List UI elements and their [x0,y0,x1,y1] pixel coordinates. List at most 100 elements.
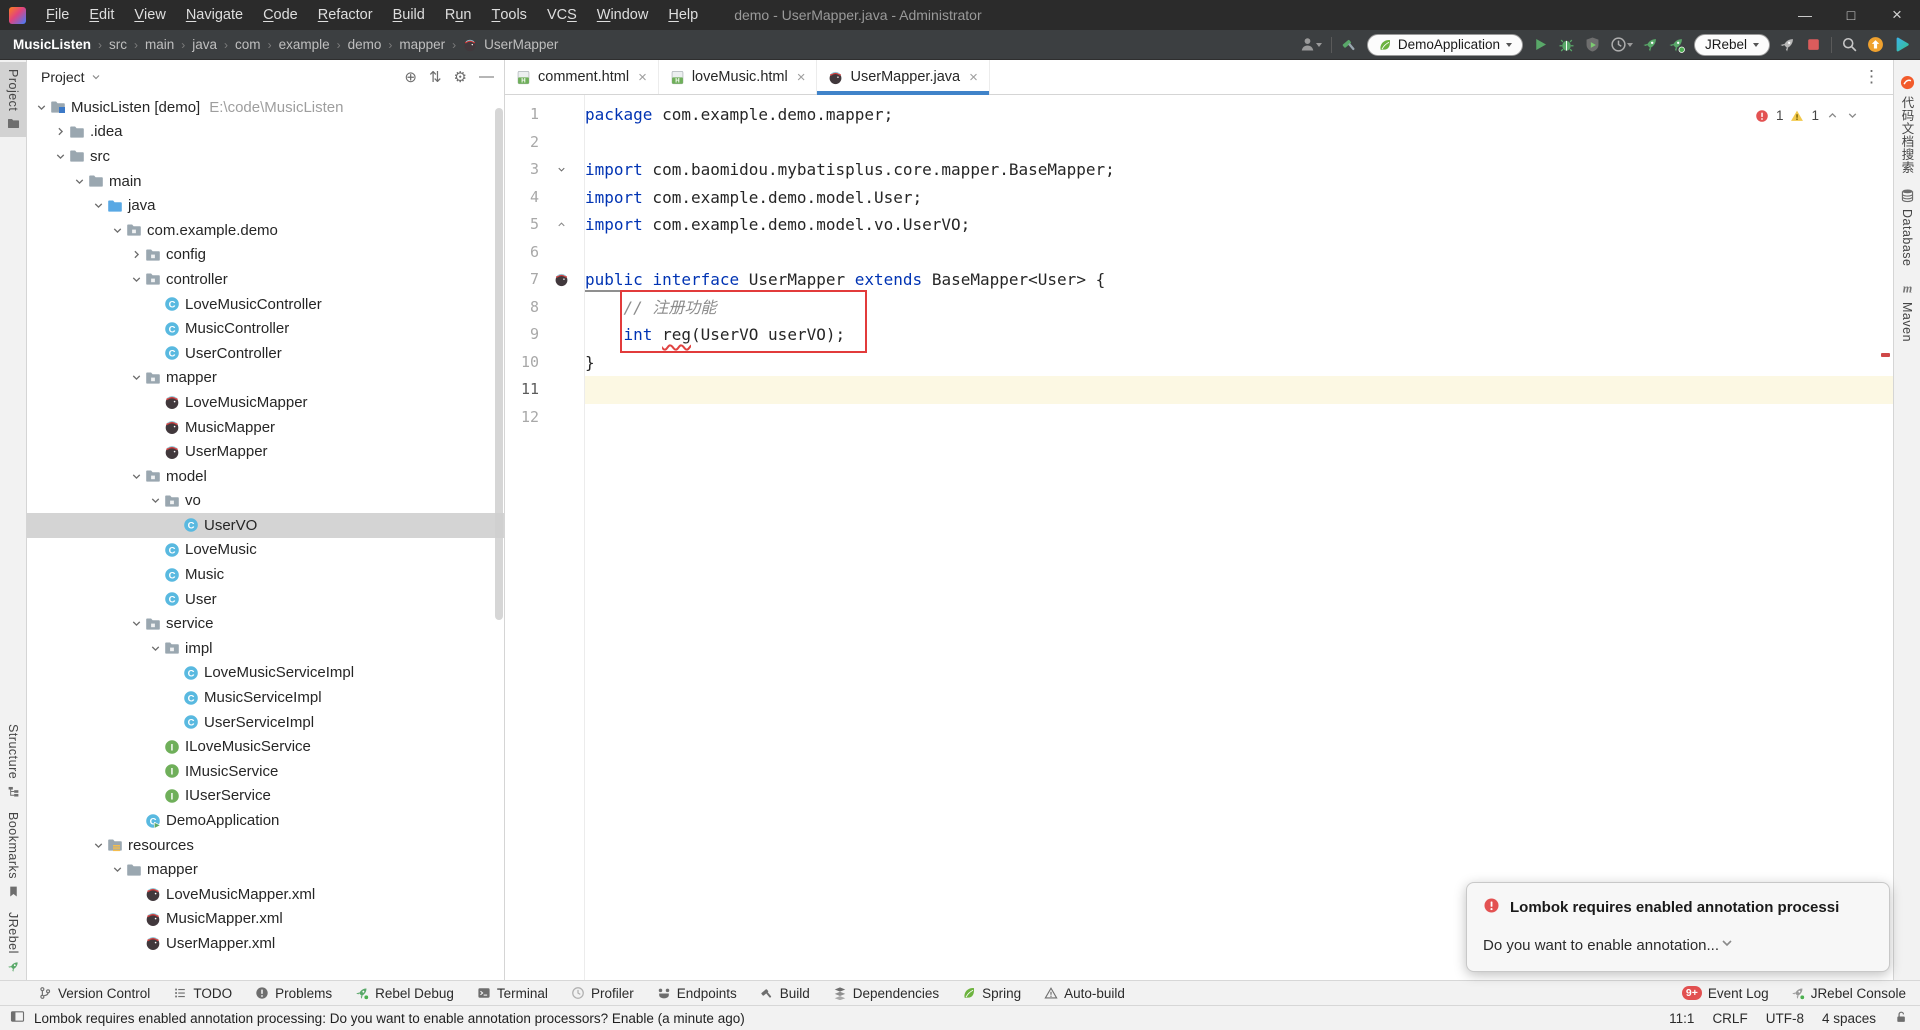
stripe-item-database[interactable]: Database [1894,181,1920,274]
notification-body[interactable]: Do you want to enable annotation... [1483,937,1719,954]
tree-row[interactable]: LoveMusicMapper.xml [27,882,504,907]
tree-row[interactable]: LoveMusicMapper [27,390,504,415]
code-line[interactable]: import com.example.demo.model.User; [585,184,1893,212]
tree-row[interactable]: UserMapper.xml [27,931,504,956]
tree-row[interactable]: .idea [27,120,504,145]
gutter-line[interactable]: 4 [505,184,584,212]
chevron-open-icon[interactable] [149,642,162,655]
teal-play-logo-button[interactable] [1893,36,1910,53]
breadcrumb-item-musiclisten[interactable]: MusicListen [13,37,91,52]
menu-item-view[interactable]: View [124,0,175,30]
code-line[interactable] [585,376,1893,404]
chevron-open-icon[interactable] [111,863,124,876]
chevron-closed-icon[interactable] [130,248,143,261]
jrebel-run-rocket-button[interactable] [1642,36,1659,53]
toolwindow-button-terminal[interactable]: Terminal [477,986,548,1001]
gutter-line[interactable]: 2 [505,129,584,157]
code-line[interactable]: import com.example.demo.model.vo.UserVO; [585,211,1893,239]
close-tab-icon[interactable]: × [969,69,978,86]
chevron-open-icon[interactable] [556,164,567,175]
chevron-open-icon[interactable] [111,224,124,237]
run-config-button-jrebel[interactable]: JRebel [1693,33,1770,56]
tree-row[interactable]: I IMusicService [27,759,504,784]
code-line[interactable] [585,239,1893,267]
breadcrumb-item-src[interactable]: src [109,37,127,52]
caret-position[interactable]: 11:1 [1669,1011,1694,1026]
tree-row[interactable]: mapper [27,366,504,391]
hide-panel-icon[interactable]: — [479,68,494,86]
tree-row[interactable]: service [27,611,504,636]
menu-item-code[interactable]: Code [253,0,308,30]
menu-item-help[interactable]: Help [658,0,708,30]
expand-collapse-icon[interactable]: ⇅ [429,68,442,86]
breadcrumb-item-java[interactable]: java [192,37,217,52]
tree-row[interactable]: config [27,243,504,268]
tree-row[interactable]: controller [27,267,504,292]
mybatis-icon[interactable] [554,272,569,287]
tree-row[interactable]: C LoveMusicController [27,292,504,317]
run-config-button-demoapplication[interactable]: DemoApplication [1366,33,1523,56]
gutter-line[interactable]: 12 [505,404,584,432]
menu-item-vcs[interactable]: VC S [537,0,587,30]
tree-row[interactable]: UserMapper [27,439,504,464]
tree-row[interactable]: MusicListen [demo] E:\code\MusicListen [27,95,504,120]
toolwindow-button-event-log[interactable]: 9+ Event Log [1681,986,1769,1001]
stripe-item-jrebel[interactable]: JRebel [0,905,26,980]
chevron-down-icon[interactable] [1719,935,1735,955]
menu-item-tools[interactable]: Tools [481,0,536,30]
chevron-open-icon[interactable] [92,199,105,212]
search-button[interactable] [1841,36,1858,53]
build-hammer-button[interactable] [1341,36,1358,53]
toolwindow-button-rebel-debug[interactable]: Rebel Debug [355,986,454,1001]
tree-row[interactable]: C MusicServiceImpl [27,685,504,710]
gutter-line[interactable]: 5 [505,211,584,239]
tree-row[interactable]: MusicMapper.xml [27,907,504,932]
chevron-open-icon[interactable] [73,175,86,188]
chevron-open-icon[interactable] [149,494,162,507]
toolwindow-button-problems[interactable]: Problems [255,986,332,1001]
indent-setting[interactable]: 4 spaces [1822,1011,1876,1026]
file-encoding[interactable]: UTF-8 [1766,1011,1804,1026]
stripe-item-代码文档搜索[interactable]: 代码文档搜索 [1894,68,1920,181]
code-view[interactable]: package com.example.demo.mapper; import c… [585,95,1893,980]
jrebel-debug-rocket-button[interactable] [1668,36,1685,53]
breadcrumb-item-main[interactable]: main [145,37,174,52]
chevron-open-icon[interactable] [35,101,48,114]
status-message[interactable]: Lombok requires enabled annotation proce… [34,1011,745,1026]
tree-row[interactable]: C User [27,587,504,612]
tree-row[interactable]: src [27,144,504,169]
ide-update-button[interactable] [1867,36,1884,53]
code-line[interactable]: import com.baomidou.mybatisplus.core.map… [585,156,1893,184]
chevron-closed-icon[interactable] [54,125,67,138]
tree-row[interactable]: I ILoveMusicService [27,734,504,759]
gutter-line[interactable]: 11 [505,376,584,404]
profiler-clock-button[interactable] [1610,36,1633,53]
menu-item-file[interactable]: File [36,0,79,30]
toolwindow-button-todo[interactable]: TODO [173,986,232,1001]
run-coverage-button[interactable] [1584,36,1601,53]
line-ending[interactable]: CRLF [1712,1011,1747,1026]
gutter-line[interactable]: 9 [505,321,584,349]
toolwindow-button-dependencies[interactable]: Dependencies [833,986,939,1001]
debug-bug-button[interactable] [1558,36,1575,53]
tab-comment-html[interactable]: Hcomment.html × [505,60,659,94]
user-profile-button[interactable] [1299,36,1322,53]
toolwindow-button-auto-build[interactable]: Auto-build [1044,986,1125,1001]
padlock-icon[interactable] [1894,1010,1908,1024]
tree-row[interactable]: C UserController [27,341,504,366]
tree-row[interactable]: C Music [27,562,504,587]
tree-row[interactable]: java [27,193,504,218]
gutter-line[interactable]: 8 [505,294,584,322]
chevron-down-icon[interactable] [90,71,102,83]
toolwindow-button-build[interactable]: Build [760,986,810,1001]
stripe-item-structure[interactable]: Structure [0,717,26,805]
tab-usermapper-java[interactable]: UserMapper.java × [817,60,990,95]
window-layout-icon[interactable] [10,1009,25,1024]
tree-row[interactable]: I IUserService [27,784,504,809]
jrebel-disabled-rocket-button[interactable] [1779,36,1796,53]
tree-row[interactable]: C UserServiceImpl [27,710,504,735]
toolwindow-button-jrebel-console[interactable]: JRebel Console [1791,986,1906,1001]
gutter-line[interactable]: 1 [505,101,584,129]
maximize-button[interactable]: □ [1828,0,1874,30]
notification-popup[interactable]: Lombok requires enabled annotation proce… [1466,882,1890,972]
